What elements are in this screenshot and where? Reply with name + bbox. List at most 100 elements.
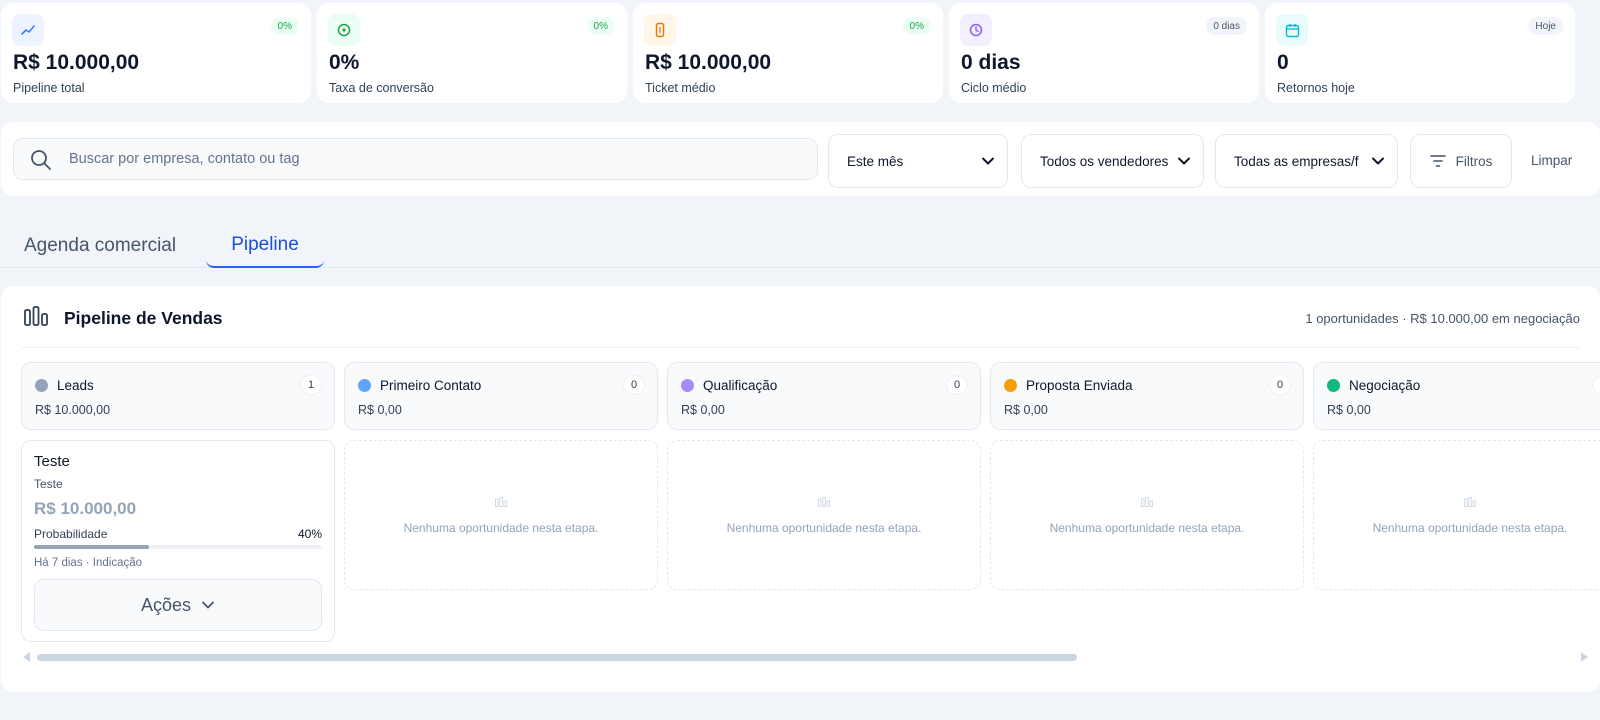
stage-header: Primeiro Contato 0 R$ 0,00 (344, 362, 658, 430)
empty-bar-chart-icon (495, 497, 507, 507)
kpi-badge: 0 dias (1206, 17, 1247, 35)
stage-amount: R$ 0,00 (358, 403, 402, 417)
chevron-down-icon (202, 601, 214, 609)
chevron-down-icon (982, 157, 994, 165)
empty-stage-dropzone[interactable]: Nenhuma oportunidade nesta etapa. (344, 440, 658, 590)
kpi-value: 0 dias (961, 51, 1021, 74)
stage-header: Qualificação 0 R$ 0,00 (667, 362, 981, 430)
scroll-right-arrow[interactable] (1581, 652, 1588, 662)
tab-bar: Agenda comercial Pipeline (0, 224, 1600, 268)
kpi-label: Ticket médio (645, 81, 716, 95)
probability-bar (34, 545, 322, 549)
deal-subtitle: Teste (34, 477, 63, 491)
empty-stage-text: Nenhuma oportunidade nesta etapa. (726, 521, 922, 535)
stage-count: 0 (1269, 375, 1291, 395)
stage-amount: R$ 0,00 (1327, 403, 1371, 417)
companies-select[interactable]: Todas as empresas/f (1215, 134, 1398, 188)
kpi-label: Pipeline total (13, 81, 85, 95)
probability-label: Probabilidade (34, 527, 108, 541)
stage-color-dot (681, 379, 694, 392)
stage-count: 0 (946, 375, 968, 395)
stage-color-dot (358, 379, 371, 392)
ticket-icon (644, 14, 676, 46)
stage-color-dot (35, 379, 48, 392)
bar-chart-icon (24, 306, 48, 326)
calendar-icon (1276, 14, 1308, 46)
pipeline-summary: 1 oportunidades · R$ 10.000,00 em negoci… (1305, 311, 1580, 326)
deal-value: R$ 10.000,00 (34, 499, 137, 518)
kpi-card: 0% R$ 10.000,00 Pipeline total (1, 3, 311, 103)
kpi-value: R$ 10.000,00 (645, 51, 772, 74)
stage-amount: R$ 0,00 (681, 403, 725, 417)
clock-icon (960, 14, 992, 46)
deal-meta: Há 7 dias · Indicação (34, 557, 143, 569)
kpi-card: 0 dias 0 dias Ciclo médio (949, 3, 1259, 103)
kpi-card: Hoje 0 Retornos hoje (1265, 3, 1575, 103)
empty-stage-text: Nenhuma oportunidade nesta etapa. (1049, 521, 1245, 535)
kpi-value: 0 (1277, 51, 1289, 74)
stage-name: Leads (57, 378, 94, 393)
tab-agenda-comercial[interactable]: Agenda comercial (24, 224, 184, 268)
pipeline-panel: Pipeline de Vendas 1 oportunidades · R$ … (1, 286, 1600, 692)
empty-stage-dropzone[interactable]: Nenhuma oportunidade nesta etapa. (990, 440, 1304, 590)
chevron-down-icon (1372, 157, 1384, 165)
empty-stage-dropzone[interactable]: Nenhuma oportunidade nesta etapa. (1313, 440, 1600, 590)
kpi-badge: 0% (586, 17, 615, 35)
stage-header: Proposta Enviada 0 R$ 0,00 (990, 362, 1304, 430)
stage-name: Proposta Enviada (1026, 378, 1133, 393)
filter-bar: Este mês Todos os vendedores Todas as em… (1, 122, 1600, 196)
horizontal-scrollbar[interactable] (23, 650, 1588, 664)
kpi-card: 0% 0% Taxa de conversão (317, 3, 627, 103)
actions-button-label: Ações (140, 594, 192, 615)
stage-count: 1 (300, 375, 322, 395)
stage-header: Leads 1 R$ 10.000,00 (21, 362, 335, 430)
filters-button[interactable]: Filtros (1410, 134, 1512, 188)
probability-value: 40% (297, 527, 322, 541)
stage-count: 0 (623, 375, 645, 395)
kpi-badge: 0% (902, 17, 931, 35)
scrollbar-track[interactable] (37, 654, 1570, 661)
kpi-value: 0% (329, 51, 360, 74)
probability-bar-fill (34, 545, 150, 549)
kpi-label: Retornos hoje (1277, 81, 1355, 95)
filters-button-label: Filtros (1455, 153, 1493, 169)
stage-color-dot (1327, 379, 1340, 392)
stage-amount: R$ 0,00 (1004, 403, 1048, 417)
scroll-left-arrow[interactable] (23, 652, 30, 662)
search-box[interactable] (13, 138, 818, 180)
empty-stage-text: Nenhuma oportunidade nesta etapa. (403, 521, 599, 535)
empty-bar-chart-icon (818, 497, 830, 507)
clear-button[interactable]: Limpar (1531, 153, 1572, 168)
stage-count: 0 (1592, 375, 1600, 395)
chevron-down-icon (1178, 157, 1190, 165)
stage-header: Negociação 0 R$ 0,00 (1313, 362, 1600, 430)
kpi-row: 0% R$ 10.000,00 Pipeline total 0% 0% Tax… (1, 3, 1600, 103)
search-input[interactable] (69, 139, 789, 179)
tab-pipeline[interactable]: Pipeline (206, 224, 324, 268)
sellers-select-value: Todos os vendedores (1040, 153, 1169, 169)
empty-bar-chart-icon (1141, 497, 1153, 507)
pipeline-header: Pipeline de Vendas 1 oportunidades · R$ … (21, 286, 1580, 348)
target-icon (328, 14, 360, 46)
kpi-badge: 0% (270, 17, 299, 35)
period-select-value: Este mês (847, 153, 904, 169)
kpi-card: 0% R$ 10.000,00 Ticket médio (633, 3, 943, 103)
filter-icon (1429, 155, 1446, 167)
pipeline-title: Pipeline de Vendas (64, 308, 223, 328)
empty-stage-dropzone[interactable]: Nenhuma oportunidade nesta etapa. (667, 440, 981, 590)
search-icon (31, 150, 51, 170)
kpi-value: R$ 10.000,00 (13, 51, 140, 74)
stage-name: Qualificação (703, 378, 778, 393)
actions-button[interactable]: Ações (34, 579, 322, 631)
sellers-select[interactable]: Todos os vendedores (1021, 134, 1204, 188)
deal-card[interactable]: Teste Teste R$ 10.000,00 Probabilidade 4… (21, 440, 335, 642)
stage-color-dot (1004, 379, 1017, 392)
scrollbar-thumb[interactable] (37, 654, 1077, 661)
stage-name: Primeiro Contato (380, 378, 482, 393)
trend-up-icon (12, 14, 44, 46)
empty-stage-text: Nenhuma oportunidade nesta etapa. (1372, 521, 1568, 535)
period-select[interactable]: Este mês (828, 134, 1008, 188)
empty-bar-chart-icon (1464, 497, 1476, 507)
companies-select-value: Todas as empresas/f (1234, 153, 1359, 169)
kpi-badge: Hoje (1528, 17, 1563, 35)
